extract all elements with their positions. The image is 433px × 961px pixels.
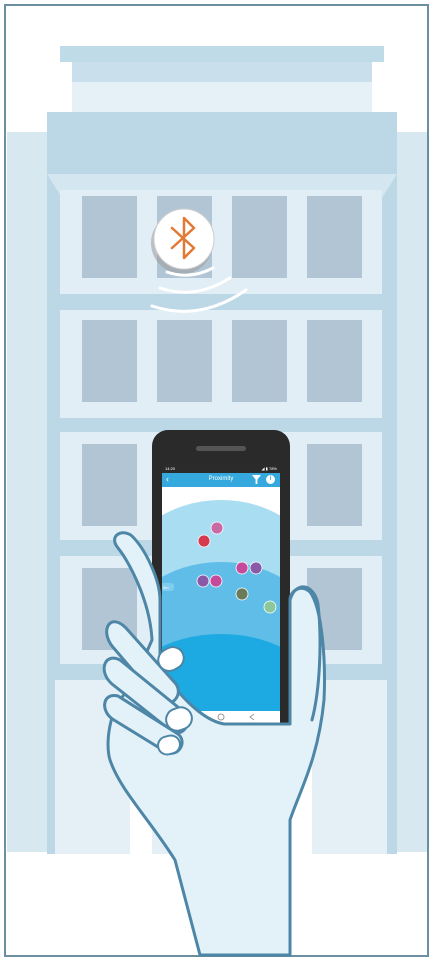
- window: [307, 196, 362, 278]
- building-cornice: [47, 112, 397, 174]
- app-toolbar: ‹ Proximity i: [162, 473, 280, 487]
- window: [307, 320, 362, 402]
- side-building-left: [7, 132, 52, 852]
- window: [82, 444, 137, 526]
- filter-icon[interactable]: [252, 475, 261, 484]
- zone-label: 5m: [163, 585, 169, 590]
- device-marker[interactable]: [249, 561, 263, 575]
- window: [232, 196, 287, 278]
- building-roof-cap: [60, 46, 384, 62]
- info-icon[interactable]: i: [266, 475, 275, 484]
- app-title: Proximity: [208, 476, 234, 482]
- device-marker[interactable]: [197, 534, 211, 548]
- device-marker[interactable]: [235, 587, 249, 601]
- device-marker[interactable]: [210, 521, 224, 535]
- phone-speaker: [196, 446, 246, 451]
- building-roof-band: [72, 62, 372, 82]
- status-indicators: ◢ ▮ 78%: [261, 466, 277, 471]
- device-marker[interactable]: [196, 574, 210, 588]
- device-marker[interactable]: [235, 561, 249, 575]
- window: [232, 320, 287, 402]
- device-marker[interactable]: [263, 600, 277, 614]
- device-marker[interactable]: [209, 574, 223, 588]
- phone-status-bar: 14:20 ◢ ▮ 78%: [162, 464, 280, 473]
- window: [82, 320, 137, 402]
- building-roof-light: [72, 82, 372, 112]
- window: [157, 320, 212, 402]
- window: [82, 196, 137, 278]
- window: [307, 444, 362, 526]
- status-time: 14:20: [165, 466, 176, 471]
